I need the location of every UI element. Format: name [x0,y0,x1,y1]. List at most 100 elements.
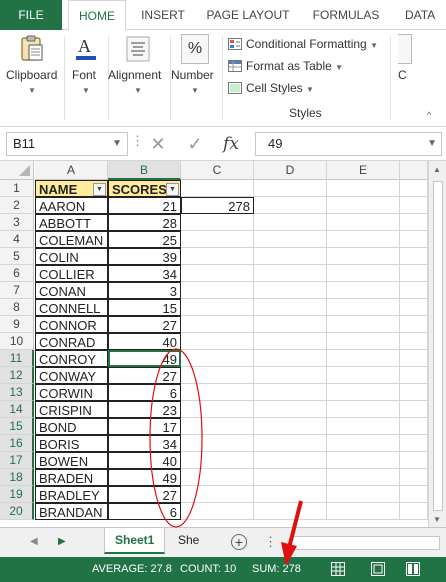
cell-e9[interactable] [327,316,400,333]
cell-a18[interactable]: BRADEN [35,469,108,486]
cell-d6[interactable] [254,265,327,282]
cell-f9[interactable] [400,316,428,333]
cell-b5[interactable]: 39 [108,248,181,265]
row-header[interactable]: 14 [0,401,34,418]
cell-a4[interactable]: COLEMAN [35,231,108,248]
cell-d18[interactable] [254,469,327,486]
cell-styles-button[interactable]: Cell Styles ▼ [228,78,314,98]
cell-d4[interactable] [254,231,327,248]
column-header-f[interactable] [400,161,428,180]
cell-a7[interactable]: CONAN [35,282,108,299]
cell-b6[interactable]: 34 [108,265,181,282]
cell-f12[interactable] [400,367,428,384]
cell-f7[interactable] [400,282,428,299]
normal-view-icon[interactable] [331,562,345,576]
cell-a10[interactable]: CONRAD [35,333,108,350]
select-all-corner[interactable] [0,161,34,180]
column-header-a[interactable]: A [35,161,108,180]
format-as-table-button[interactable]: Format as Table ▼ [228,56,343,76]
font-group[interactable]: A Font ▼ [66,30,106,127]
row-header[interactable]: 8 [0,299,34,316]
cell-c11[interactable] [181,350,254,367]
cell-e1[interactable] [327,180,400,197]
cell-a8[interactable]: CONNELL [35,299,108,316]
cell-d7[interactable] [254,282,327,299]
cell-c4[interactable] [181,231,254,248]
cell-f19[interactable] [400,486,428,503]
cell-a5[interactable]: COLIN [35,248,108,265]
cell-c2[interactable]: 278 [181,197,254,214]
insert-function-icon[interactable]: fx [218,132,244,156]
scroll-up-icon[interactable]: ▲ [433,165,441,174]
cell-e10[interactable] [327,333,400,350]
cell-f11[interactable] [400,350,428,367]
cell-d9[interactable] [254,316,327,333]
row-header[interactable]: 19 [0,486,34,503]
row-header[interactable]: 6 [0,265,34,282]
tab-file[interactable]: FILE [0,0,62,30]
cell-c20[interactable] [181,503,254,520]
cell-e8[interactable] [327,299,400,316]
cell-e2[interactable] [327,197,400,214]
cell-b17[interactable]: 40 [108,452,181,469]
cell-a6[interactable]: COLLIER [35,265,108,282]
row-header[interactable]: 18 [0,469,34,486]
cell-c17[interactable] [181,452,254,469]
cell-f20[interactable] [400,503,428,520]
cell-e7[interactable] [327,282,400,299]
cell-b11[interactable]: 49 [108,350,181,367]
cell-f4[interactable] [400,231,428,248]
column-header-c[interactable]: C [181,161,254,180]
cell-a15[interactable]: BOND [35,418,108,435]
filter-dropdown-icon[interactable]: ▼ [93,183,106,196]
row-header[interactable]: 9 [0,316,34,333]
row-header[interactable]: 17 [0,452,34,469]
formula-bar-grip-icon[interactable]: ⋮ [131,133,144,149]
cell-e6[interactable] [327,265,400,282]
page-layout-view-icon[interactable] [371,562,385,576]
cell-a12[interactable]: CONWAY [35,367,108,384]
cell-f14[interactable] [400,401,428,418]
row-header[interactable]: 5 [0,248,34,265]
cell-c15[interactable] [181,418,254,435]
cell-a9[interactable]: CONNOR [35,316,108,333]
row-header[interactable]: 20 [0,503,34,520]
row-header[interactable]: 2 [0,197,34,214]
name-box[interactable]: B11 ▼ [6,132,128,156]
cell-d13[interactable] [254,384,327,401]
cell-c9[interactable] [181,316,254,333]
cell-b7[interactable]: 3 [108,282,181,299]
cell-c18[interactable] [181,469,254,486]
number-group[interactable]: % Number ▼ [170,30,220,127]
cell-c12[interactable] [181,367,254,384]
column-header-e[interactable]: E [327,161,400,180]
cell-d8[interactable] [254,299,327,316]
cell-f3[interactable] [400,214,428,231]
row-header[interactable]: 10 [0,333,34,350]
tab-page-layout[interactable]: PAGE LAYOUT [200,0,296,30]
formula-input[interactable]: 49 ▼ [255,132,442,156]
cell-c7[interactable] [181,282,254,299]
cell-b15[interactable]: 17 [108,418,181,435]
conditional-formatting-button[interactable]: Conditional Formatting ▼ [228,34,378,54]
cell-b20[interactable]: 6 [108,503,181,520]
column-header-b[interactable]: B [108,161,181,180]
cell-d5[interactable] [254,248,327,265]
cell-b10[interactable]: 40 [108,333,181,350]
cell-f18[interactable] [400,469,428,486]
row-header[interactable]: 11 [0,350,34,367]
row-header[interactable]: 3 [0,214,34,231]
cell-b2[interactable]: 21 [108,197,181,214]
cell-e11[interactable] [327,350,400,367]
cell-e16[interactable] [327,435,400,452]
alignment-group[interactable]: Alignment ▼ [108,30,168,127]
cell-c16[interactable] [181,435,254,452]
cell-b13[interactable]: 6 [108,384,181,401]
cancel-icon[interactable]: ✕ [145,132,171,156]
cell-d14[interactable] [254,401,327,418]
cell-a16[interactable]: BORIS [35,435,108,452]
cell-d11[interactable] [254,350,327,367]
vertical-scrollbar[interactable]: ▲ ▼ [428,161,446,527]
cell-c8[interactable] [181,299,254,316]
row-header[interactable]: 1 [0,180,34,197]
